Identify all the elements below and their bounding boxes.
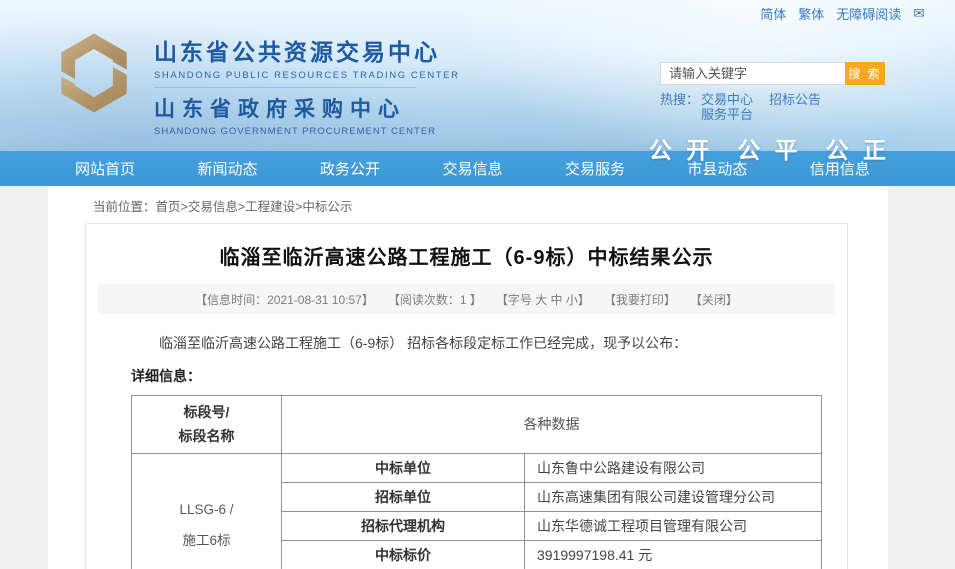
hot-search: 热搜： 交易中心 招标公告 服务平台 bbox=[660, 92, 890, 122]
section-id-cell: LLSG-6 / 施工6标 bbox=[132, 453, 282, 569]
row-label-winning-bidder: 中标单位 bbox=[282, 453, 525, 482]
nav-item-home[interactable]: 网站首页 bbox=[75, 158, 135, 179]
slogan-just: 公 正 bbox=[826, 131, 890, 165]
nav-item-gov-affairs[interactable]: 政务公开 bbox=[320, 158, 380, 179]
top-utility-links: 简体 繁体 无障碍阅读 ✉ bbox=[760, 4, 925, 23]
site-header: 简体 繁体 无障碍阅读 ✉ 山东省公共资源交易中心 SHANDONG PUBLI… bbox=[0, 0, 955, 151]
meta-font-size[interactable]: 【字号 大 中 小】 bbox=[496, 291, 590, 308]
nav-item-trading-info[interactable]: 交易信息 bbox=[442, 158, 502, 179]
accessibility-link[interactable]: 无障碍阅读 bbox=[836, 4, 901, 23]
meta-read-count: 【阅读次数：1 】 bbox=[388, 291, 482, 308]
site-logo[interactable] bbox=[48, 30, 140, 116]
row-value-tenderer: 山东高速集团有限公司建设管理分公司 bbox=[525, 482, 822, 511]
row-label-agency: 招标代理机构 bbox=[282, 511, 525, 540]
nav-item-news[interactable]: 新闻动态 bbox=[197, 158, 257, 179]
breadcrumb-path[interactable]: 首页>交易信息>工程建设>中标公示 bbox=[156, 200, 353, 214]
brand-divider bbox=[154, 87, 416, 88]
org1-name-cn: 山东省公共资源交易中心 bbox=[154, 33, 460, 67]
org2-name-en: SHANDONG GOVERNMENT PROCUREMENT CENTER bbox=[154, 126, 460, 137]
hot-link-service-platform[interactable]: 服务平台 bbox=[701, 107, 753, 122]
mail-icon[interactable]: ✉ bbox=[913, 5, 925, 22]
org2-name-cn: 山东省政府采购中心 bbox=[154, 93, 460, 123]
bid-result-table: 标段号/ 标段名称 各种数据 LLSG-6 / 施工6标 中标单位 山东鲁中公路… bbox=[131, 395, 822, 569]
breadcrumb: 当前位置：首页>交易信息>工程建设>中标公示 bbox=[48, 186, 888, 223]
meta-print-button[interactable]: 【我要打印】 bbox=[604, 291, 676, 308]
table-header-data-col: 各种数据 bbox=[282, 395, 822, 453]
table-header-section-col: 标段号/ 标段名称 bbox=[132, 395, 282, 453]
slogan-open: 公 开 bbox=[649, 131, 713, 165]
nav-item-trading-service[interactable]: 交易服务 bbox=[565, 158, 625, 179]
page-title: 临淄至临沂高速公路工程施工（6-9标）中标结果公示 bbox=[86, 224, 847, 270]
content-column: 当前位置：首页>交易信息>工程建设>中标公示 临淄至临沂高速公路工程施工（6-9… bbox=[48, 186, 888, 569]
row-value-agency: 山东华德诚工程项目管理有限公司 bbox=[525, 511, 822, 540]
row-value-winning-bidder: 山东鲁中公路建设有限公司 bbox=[525, 453, 822, 482]
row-label-tenderer: 招标单位 bbox=[282, 482, 525, 511]
breadcrumb-label: 当前位置： bbox=[93, 200, 156, 214]
slogan: 公 开 公 平 公 正 bbox=[660, 131, 890, 165]
meta-close-button[interactable]: 【关闭】 bbox=[690, 291, 738, 308]
detail-info-label: 详细信息： bbox=[131, 366, 802, 386]
article-box: 临淄至临沂高速公路工程施工（6-9标）中标结果公示 【信息时间：2021-08-… bbox=[85, 223, 848, 569]
hot-search-label: 热搜： bbox=[660, 92, 699, 122]
org1-name-en: SHANDONG PUBLIC RESOURCES TRADING CENTER bbox=[154, 70, 460, 81]
row-label-bid-price: 中标标价 bbox=[282, 540, 525, 569]
search-area: 搜 索 热搜： 交易中心 招标公告 服务平台 公 开 公 平 公 正 bbox=[660, 62, 890, 165]
search-button[interactable]: 搜 索 bbox=[845, 62, 885, 85]
article-meta: 【信息时间：2021-08-31 10:57】 【阅读次数：1 】 【字号 大 … bbox=[98, 284, 835, 314]
meta-info-time: 【信息时间：2021-08-31 10:57】 bbox=[195, 291, 374, 308]
hot-link-bid-announcement[interactable]: 招标公告 bbox=[769, 92, 821, 107]
site-brand: 山东省公共资源交易中心 SHANDONG PUBLIC RESOURCES TR… bbox=[154, 30, 460, 137]
traditional-chinese-link[interactable]: 繁体 bbox=[798, 4, 824, 23]
hot-link-trading-center[interactable]: 交易中心 bbox=[701, 92, 753, 107]
slogan-fair: 公 平 bbox=[737, 131, 801, 165]
row-value-bid-price: 3919997198.41 元 bbox=[525, 540, 822, 569]
search-input[interactable] bbox=[660, 62, 845, 85]
simplified-chinese-link[interactable]: 简体 bbox=[760, 4, 786, 23]
article-body-text: 临淄至临沂高速公路工程施工（6-9标） 招标各标段定标工作已经完成，现予以公布： bbox=[131, 332, 802, 356]
